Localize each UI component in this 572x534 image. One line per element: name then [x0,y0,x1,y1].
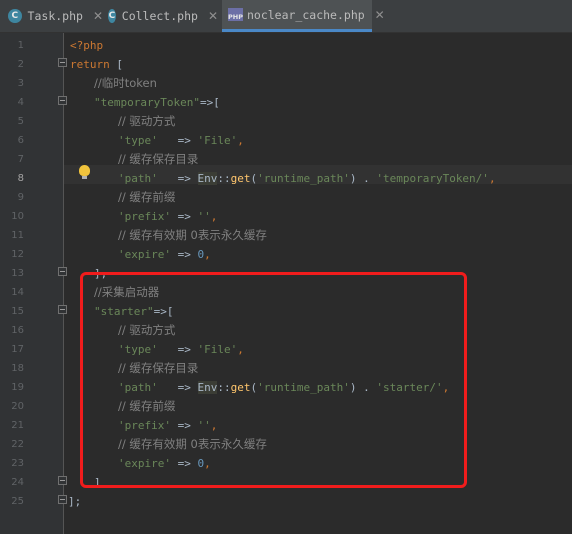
line-number: 11 [11,230,24,241]
line-number: 8 [17,173,24,184]
code-line-10: 'prefix' => '', [118,210,218,223]
code-line-12: 'expire' => 0, [118,248,211,261]
code-line-7: // 缓存保存目录 [118,152,199,166]
line-number: 15 [11,306,24,317]
code-line-9: // 缓存前缀 [118,190,176,204]
code-line-25: ]; [68,495,82,508]
line-number: 5 [17,116,24,127]
line-number: 17 [11,344,24,355]
line-number: 18 [11,363,24,374]
line-number: 12 [11,249,24,260]
line-number: 21 [11,420,24,431]
tab-label: Task.php [27,9,83,23]
close-icon[interactable]: ✕ [93,9,103,23]
close-icon[interactable]: ✕ [375,8,385,22]
highlight-annotation-box [80,272,467,488]
line-number: 13 [11,268,24,279]
line-number: 4 [17,97,24,108]
line-number: 3 [17,78,24,89]
code-line-5: // 驱动方式 [118,114,176,128]
line-number-gutter: 1 2 3 4 5 6 7 8 9 10 11 12 13 14 15 16 1… [0,33,64,534]
line-number: 14 [11,287,24,298]
close-icon[interactable]: ✕ [208,9,218,23]
line-number: 16 [11,325,24,336]
tab-task-php[interactable]: C Task.php ✕ [8,0,103,32]
code-line-4: "temporaryToken"=>[ [94,96,220,109]
code-line-2: return [ [70,58,123,71]
code-line-8: 'path' => Env::get('runtime_path') . 'te… [118,172,496,185]
line-number: 10 [11,211,24,222]
line-number: 9 [17,192,24,203]
line-number: 25 [11,496,24,507]
php-class-icon: C [108,9,116,23]
tab-label: Collect.php [121,9,198,23]
line-number: 23 [11,458,24,469]
tab-noclear-cache-php[interactable]: PHP noclear_cache.php ✕ [222,0,385,32]
code-line-1: <?php [70,39,104,52]
php-file-icon: PHP [228,8,243,21]
editor-tab-bar: C Task.php ✕ C Collect.php ✕ PHP noclear… [0,0,572,33]
line-number: 24 [11,477,24,488]
code-line-11: // 缓存有效期 0表示永久缓存 [118,228,267,242]
line-number: 19 [11,382,24,393]
line-number: 2 [17,59,24,70]
line-number: 7 [17,154,24,165]
line-number: 6 [17,135,24,146]
line-number: 22 [11,439,24,450]
code-line-6: 'type' => 'File', [118,134,244,147]
php-class-icon: C [8,9,22,23]
line-number: 20 [11,401,24,412]
code-line-3: //临时token [94,76,157,90]
tab-collect-php[interactable]: C Collect.php ✕ [108,0,218,32]
tab-label: noclear_cache.php [246,7,365,22]
line-number: 1 [17,40,24,51]
